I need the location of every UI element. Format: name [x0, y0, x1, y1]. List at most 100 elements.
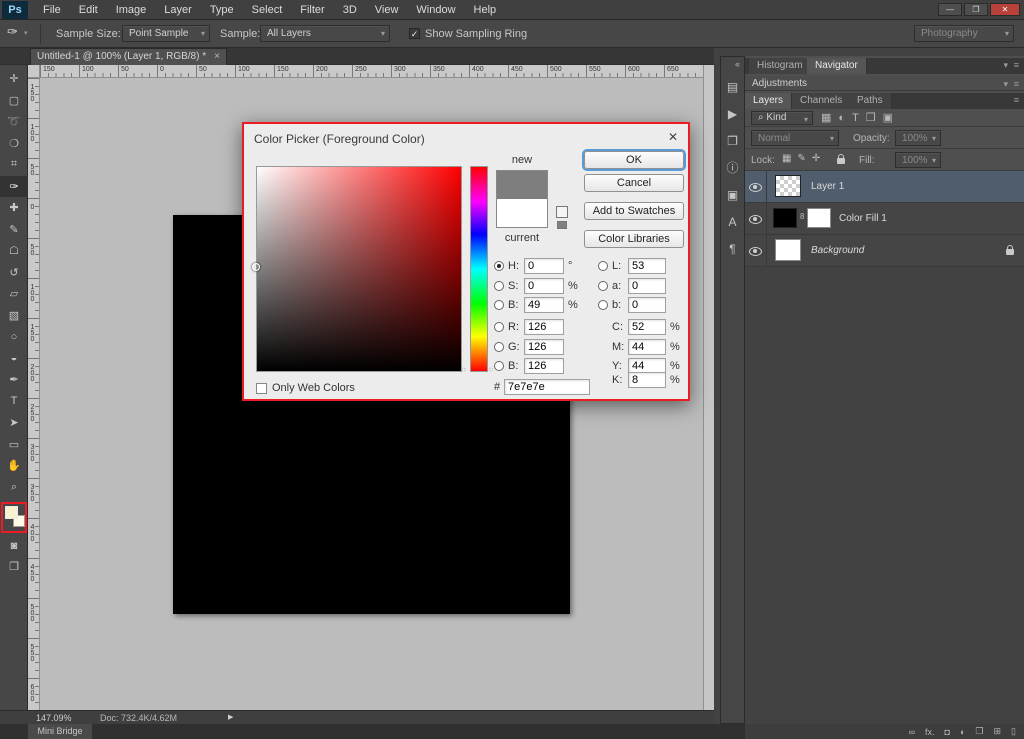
- m-input[interactable]: [628, 339, 666, 355]
- only-web-colors-checkbox[interactable]: [256, 382, 267, 394]
- mini-bridge-tab[interactable]: Mini Bridge: [28, 724, 92, 739]
- chevron-down-icon[interactable]: ▾: [1003, 60, 1008, 71]
- show-sampling-ring-checkbox[interactable]: ✓: [409, 28, 420, 39]
- tab-close-icon[interactable]: ×: [214, 49, 220, 65]
- menu-item[interactable]: 3D: [334, 0, 366, 20]
- menu-item[interactable]: Edit: [70, 0, 107, 20]
- b2-radio[interactable]: [494, 361, 504, 371]
- lock-all-icon[interactable]: [837, 154, 845, 164]
- tab-histogram[interactable]: Histogram: [749, 58, 812, 74]
- layer-effects-icon[interactable]: fx.: [925, 727, 935, 737]
- filter-smart-objects-icon[interactable]: ▣: [883, 110, 893, 126]
- blend-mode-dropdown[interactable]: Normal: [751, 130, 839, 146]
- character-panel-icon[interactable]: A: [721, 208, 744, 235]
- ok-button[interactable]: OK: [584, 151, 684, 169]
- lock-paint-icon[interactable]: ✎: [797, 153, 805, 164]
- hand-tool[interactable]: ✋: [0, 455, 28, 477]
- brush-tool[interactable]: ✎: [0, 219, 28, 241]
- workspace-dropdown[interactable]: Photography: [914, 25, 1014, 42]
- menu-item[interactable]: Type: [201, 0, 243, 20]
- k-input[interactable]: [628, 372, 666, 388]
- menu-item[interactable]: Help: [465, 0, 506, 20]
- pen-tool[interactable]: ✒: [0, 369, 28, 391]
- layer-thumbnail[interactable]: [775, 175, 801, 197]
- layer-row-background[interactable]: Background: [745, 235, 1024, 267]
- move-tool[interactable]: ✛: [0, 68, 28, 90]
- restore-button[interactable]: ❐: [964, 3, 988, 16]
- new-layer-icon[interactable]: ⊞: [994, 726, 1002, 737]
- layer-mask-thumbnail[interactable]: [807, 208, 831, 228]
- filter-adjustment-layers-icon[interactable]: ◐: [838, 110, 845, 126]
- adjustments-panel-header[interactable]: Adjustments ▾ ≡: [745, 76, 1024, 91]
- menu-item[interactable]: Layer: [155, 0, 201, 20]
- tab-navigator[interactable]: Navigator: [807, 58, 867, 74]
- web-gamut-warning-icon[interactable]: [556, 206, 568, 218]
- web-safe-swatch[interactable]: [557, 221, 567, 229]
- foreground-color-swatch[interactable]: [5, 506, 18, 519]
- hex-input[interactable]: [504, 379, 590, 395]
- tab-channels[interactable]: Channels: [792, 93, 852, 109]
- kind-filter-dropdown[interactable]: ⌕ Kind: [751, 111, 813, 127]
- layer-comps-panel-icon[interactable]: ▣: [721, 181, 744, 208]
- marquee-tool[interactable]: ▢: [0, 90, 28, 112]
- delete-layer-icon[interactable]: ▯: [1011, 726, 1016, 737]
- quick-selection-tool[interactable]: ❍: [0, 133, 28, 155]
- link-layers-icon[interactable]: ∞: [909, 727, 915, 737]
- eyedropper-tool-icon[interactable]: ✑: [7, 24, 18, 40]
- menu-item[interactable]: Window: [407, 0, 464, 20]
- zoom-tool[interactable]: ⌕: [0, 477, 28, 499]
- visibility-toggle[interactable]: [745, 235, 767, 267]
- eraser-tool[interactable]: ▱: [0, 283, 28, 305]
- s-input[interactable]: [524, 278, 564, 294]
- vertical-scrollbar[interactable]: [703, 65, 714, 710]
- eyedropper-tool[interactable]: ✑: [0, 175, 28, 197]
- sample-dropdown[interactable]: All Layers: [260, 25, 390, 42]
- hue-slider[interactable]: [470, 166, 488, 372]
- menu-item[interactable]: Filter: [291, 0, 333, 20]
- r-radio[interactable]: [494, 322, 504, 332]
- menu-item[interactable]: Image: [107, 0, 156, 20]
- color-field-marker[interactable]: [252, 263, 260, 271]
- crop-tool[interactable]: ⌗: [0, 154, 28, 176]
- expand-panels-icon[interactable]: «: [735, 59, 740, 69]
- healing-brush-tool[interactable]: ✚: [0, 197, 28, 219]
- panel-menu-icon[interactable]: ≡: [1014, 60, 1019, 70]
- h-radio[interactable]: [494, 261, 504, 271]
- filter-type-layers-icon[interactable]: T: [852, 110, 859, 126]
- bb-radio[interactable]: [598, 300, 608, 310]
- fill-dropdown[interactable]: 100%: [895, 152, 941, 168]
- clone-source-panel-icon[interactable]: ❐: [721, 127, 744, 154]
- fill-layer-thumbnail[interactable]: [773, 208, 797, 228]
- tab-paths[interactable]: Paths: [849, 93, 892, 109]
- screen-mode-button[interactable]: ❐: [0, 556, 28, 576]
- info-panel-icon[interactable]: ⓘ: [721, 154, 744, 181]
- a-input[interactable]: [628, 278, 666, 294]
- hue-slider-arrow-left[interactable]: ▸: [463, 366, 466, 373]
- g-input[interactable]: [524, 339, 564, 355]
- visibility-toggle[interactable]: [745, 203, 767, 235]
- add-to-swatches-button[interactable]: Add to Swatches: [584, 202, 684, 220]
- sample-size-dropdown[interactable]: Point Sample: [122, 25, 210, 42]
- dialog-close-icon[interactable]: ✕: [668, 130, 678, 144]
- quick-mask-button[interactable]: ◙: [0, 536, 28, 556]
- a-radio[interactable]: [598, 281, 608, 291]
- status-expand-icon[interactable]: ▶: [228, 713, 233, 721]
- layer-row-layer1[interactable]: Layer 1: [745, 171, 1024, 203]
- layer-group-icon[interactable]: ❒: [975, 726, 983, 737]
- opacity-dropdown[interactable]: 100%: [895, 130, 941, 146]
- zoom-level[interactable]: 147.09%: [36, 713, 72, 723]
- tab-layers[interactable]: Layers: [745, 93, 793, 109]
- filter-shape-layers-icon[interactable]: ❒: [866, 110, 876, 126]
- layer-row-color-fill[interactable]: 8 Color Fill 1: [745, 203, 1024, 235]
- lasso-tool[interactable]: ➰: [0, 111, 28, 133]
- layer-thumbnail[interactable]: [775, 239, 801, 261]
- bb-input[interactable]: [628, 297, 666, 313]
- s-radio[interactable]: [494, 281, 504, 291]
- histogram-panel-icon[interactable]: ▤: [721, 73, 744, 100]
- gradient-tool[interactable]: ▧: [0, 305, 28, 327]
- visibility-toggle[interactable]: [745, 171, 767, 203]
- adjustment-layer-icon[interactable]: ◐: [960, 727, 965, 737]
- paragraph-panel-icon[interactable]: ¶: [721, 235, 744, 262]
- blur-tool[interactable]: ○: [0, 326, 28, 348]
- menu-item[interactable]: View: [366, 0, 408, 20]
